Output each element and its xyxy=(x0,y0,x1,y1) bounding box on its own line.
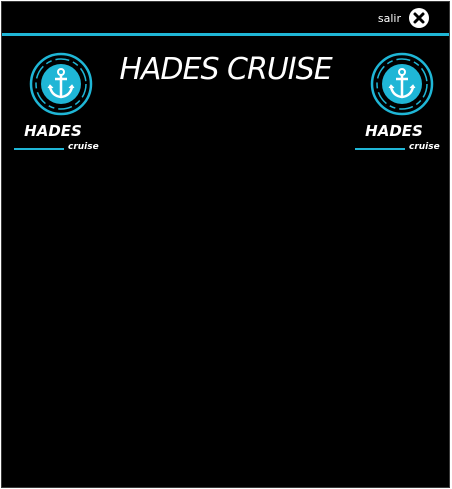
close-button[interactable] xyxy=(408,7,430,29)
brand-logo-right: HADES cruise xyxy=(351,52,451,162)
logo-underline xyxy=(14,148,64,150)
brand-logo-left: HADES cruise xyxy=(10,52,110,162)
anchor-icon xyxy=(370,52,434,116)
logo-underline xyxy=(355,148,405,150)
exit-label[interactable]: salir xyxy=(378,12,401,25)
header-accent-line xyxy=(2,33,449,36)
anchor-icon xyxy=(29,52,93,116)
logo-brand-name: HADES xyxy=(24,122,82,140)
logo-tagline: cruise xyxy=(68,142,99,152)
close-icon[interactable] xyxy=(408,7,430,29)
logo-brand-name: HADES xyxy=(365,122,423,140)
logo-tagline: cruise xyxy=(409,142,440,152)
title-bar: salir xyxy=(2,2,449,33)
app-window: salir HADES CRUISE HADES cruise HADES cr… xyxy=(1,1,450,488)
